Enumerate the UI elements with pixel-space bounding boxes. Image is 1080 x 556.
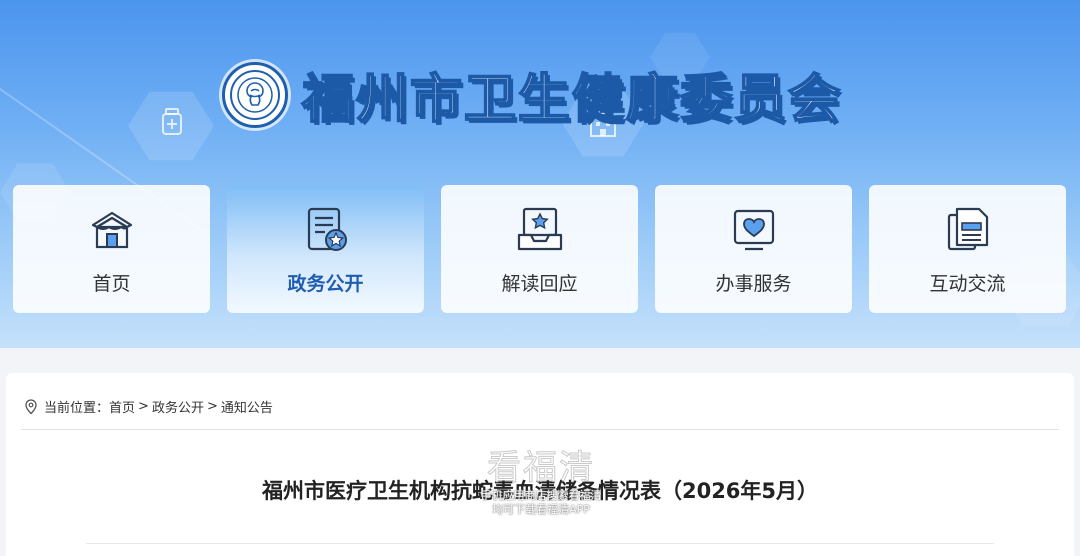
header-banner: 福州市卫生健康委员会 首页 政务公开 解读回应 办事服务 互动交流 (0, 0, 1080, 348)
medicine-bottle-icon (160, 108, 184, 143)
divider (21, 429, 1059, 430)
nav-label: 解读回应 (501, 273, 578, 295)
document-icon (307, 207, 347, 251)
emblem-icon (222, 61, 288, 128)
page: 福州市卫生健康委员会 首页 政务公开 解读回应 办事服务 互动交流 当前位置： … (0, 0, 1080, 556)
breadcrumb-separator: > (138, 399, 149, 414)
nav-label: 互动交流 (929, 273, 1006, 295)
location-pin-icon (25, 398, 37, 414)
breadcrumb-link-home[interactable]: 首页 (109, 397, 135, 416)
site-title: 福州市卫生健康委员会 (301, 68, 843, 131)
breadcrumb-prefix: 当前位置： (44, 401, 110, 416)
files-icon (947, 207, 988, 251)
breadcrumb-link-notices[interactable]: 通知公告 (221, 397, 273, 416)
home-icon (91, 211, 132, 249)
inbox-star-icon (517, 207, 562, 251)
main-nav: 首页 政务公开 解读回应 办事服务 互动交流 (13, 185, 1066, 313)
breadcrumb-separator: > (206, 399, 218, 414)
watermark-line: 手机应用商店搜索看福清 (480, 489, 602, 502)
site-logo[interactable]: 福州市卫生健康委员会 (222, 57, 842, 132)
watermark-brand: 看福清 (487, 448, 595, 489)
breadcrumb: 当前位置： 首页 > 政务公开 > 通知公告 (24, 397, 273, 416)
nav-item-interpretation[interactable]: 解读回应 (441, 185, 638, 313)
nav-item-government-affairs[interactable]: 政务公开 (227, 185, 424, 313)
heart-screen-icon (733, 209, 774, 251)
nav-label: 政务公开 (287, 273, 364, 295)
nav-item-services[interactable]: 办事服务 (655, 185, 852, 313)
watermark: 看福清 手机应用商店搜索看福清 均可下载看福清APP (466, 440, 616, 517)
nav-label: 首页 (92, 273, 131, 295)
nav-item-interaction[interactable]: 互动交流 (869, 185, 1066, 313)
divider (86, 543, 994, 544)
nav-item-home[interactable]: 首页 (13, 185, 210, 313)
watermark-line: 均可下载看福清APP (492, 503, 590, 516)
breadcrumb-link-government-affairs[interactable]: 政务公开 (152, 397, 204, 416)
nav-label: 办事服务 (715, 273, 792, 295)
